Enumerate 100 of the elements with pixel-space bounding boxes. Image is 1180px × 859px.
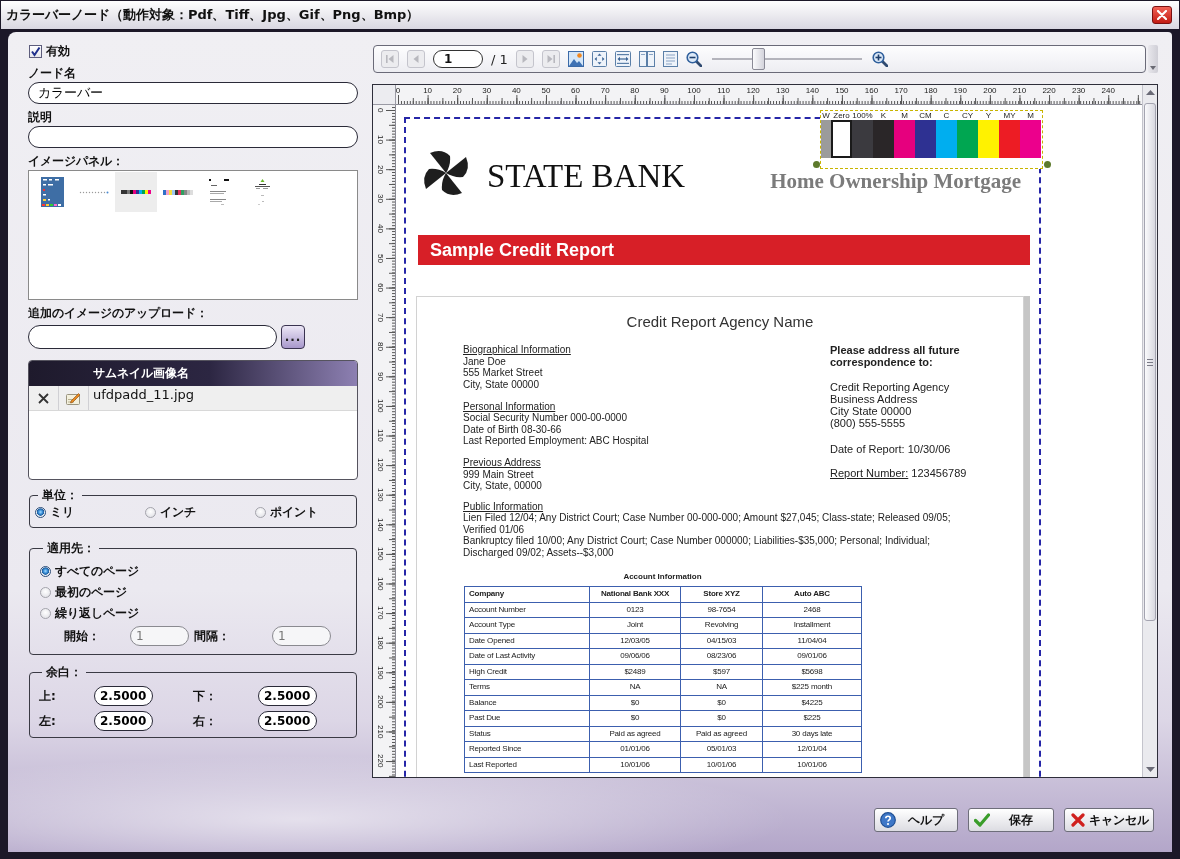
table-cell: Revolving	[681, 618, 763, 634]
ruler-number: 200	[983, 86, 997, 97]
picture-icon[interactable]	[567, 51, 584, 67]
ruler-number: 220	[1042, 86, 1056, 97]
patch-label: M	[901, 111, 908, 120]
radio-button[interactable]	[40, 565, 51, 577]
column-header: Store XYZ	[681, 587, 763, 603]
radio-label: すべてのページ	[55, 564, 139, 578]
radio-button[interactable]	[35, 506, 46, 518]
thumbnail-item[interactable]	[115, 172, 157, 212]
page-number-field[interactable]: 1	[433, 50, 483, 68]
zoom-out-icon[interactable]	[685, 51, 702, 67]
table-cell: 04/15/03	[681, 633, 763, 649]
address-line: Business Address	[830, 392, 918, 406]
page-thumbnail-icon	[40, 177, 64, 207]
ruler-number: 10	[423, 86, 433, 97]
radio-button[interactable]	[255, 506, 266, 518]
handle-icon[interactable]	[1044, 161, 1051, 168]
text-line: Social Security Number 000-00-0000	[463, 412, 627, 424]
radio-button[interactable]	[40, 586, 51, 598]
ruler-number: 60	[375, 283, 385, 292]
radio-label: 繰り返しページ	[55, 606, 139, 620]
table-cell: Account Number	[465, 602, 590, 618]
table-row[interactable]: ufdpadd_11.jpg	[29, 386, 357, 411]
single-page-icon[interactable]	[662, 51, 678, 67]
ruler-number: 190	[953, 86, 967, 97]
slider-thumb[interactable]	[751, 48, 765, 70]
browse-button[interactable]: ...	[281, 325, 305, 349]
radio-label: 最初のページ	[55, 585, 127, 599]
patch-label: C	[943, 111, 950, 120]
text-line: 999 Main Street	[463, 468, 534, 480]
help-button[interactable]: ヘルプ	[874, 808, 958, 832]
file-path-field[interactable]	[28, 325, 277, 349]
ruler-number: 180	[375, 636, 385, 650]
ruler-number: 40	[375, 223, 385, 233]
group-label: 余白：	[45, 665, 83, 679]
handle-icon[interactable]	[813, 161, 820, 168]
ruler-number: 150	[835, 86, 849, 97]
close-button[interactable]	[1152, 6, 1172, 24]
ruler-number: 160	[864, 86, 879, 97]
ruler-number: 80	[630, 86, 640, 97]
table-cell: 2468	[763, 602, 862, 618]
color-bar[interactable]: W Zero 100% K M CM C CY Y MY M	[820, 110, 1043, 169]
fit-page-icon[interactable]	[591, 51, 607, 67]
ruler-number: 50	[375, 253, 385, 263]
ruler-number: 240	[1101, 86, 1115, 97]
field-label: 右：	[193, 714, 217, 728]
patch-label: K	[880, 111, 887, 120]
save-button[interactable]: 保存	[968, 808, 1054, 832]
scroll-down-icon[interactable]	[1145, 767, 1155, 772]
radio-button[interactable]	[40, 607, 51, 619]
zoom-in-icon[interactable]	[871, 51, 888, 67]
table-cell: Last Reported	[465, 757, 590, 773]
table-cell: 11/04/04	[763, 633, 862, 649]
scroll-up-icon[interactable]	[1145, 90, 1155, 95]
checkbox[interactable]	[29, 44, 42, 58]
margin-field[interactable]: 2.5000	[94, 711, 153, 731]
scrollbar-thumb[interactable]	[1144, 103, 1156, 621]
radio-button[interactable]	[145, 506, 156, 518]
field-label: 開始：	[64, 629, 100, 643]
two-page-icon[interactable]	[638, 51, 655, 67]
banner-title: Sample Credit Report	[430, 239, 615, 261]
paragraph: Bankruptcy filed 10/00; Any District Court; Case Number 000000; Liabilities-$35,000; Personal; Individual; Discharged 09/02; Assets--$3,000	[463, 535, 931, 558]
table-cell: Date of Last Activity	[465, 649, 590, 665]
help-icon	[880, 812, 896, 828]
field-label: 上:	[39, 689, 56, 703]
toolbar-overflow-button[interactable]	[1148, 45, 1158, 73]
address-line: (800) 555-5555	[830, 417, 906, 430]
address-line: Credit Reporting Agency	[830, 380, 950, 393]
ruler-number: 40	[511, 86, 521, 97]
node-name-field[interactable]: カラーバー	[28, 82, 358, 104]
table-cell: $4225	[763, 695, 862, 711]
fit-width-icon[interactable]	[614, 51, 631, 67]
table-cell: Balance	[465, 695, 590, 711]
margin-field[interactable]: 2.5000	[94, 686, 153, 706]
margin-field[interactable]: 2.5000	[258, 711, 317, 731]
vertical-scrollbar[interactable]	[1142, 85, 1157, 777]
ruler-number: 220	[375, 754, 385, 768]
cancel-button[interactable]: キャンセル	[1064, 808, 1154, 832]
document-thumbnail-icon	[209, 179, 231, 205]
table-cell: Joint	[590, 618, 681, 634]
ruler-number: 190	[375, 665, 385, 679]
bank-name: STATE BANK	[487, 160, 686, 193]
ruler-number: 30	[482, 86, 492, 97]
description-field[interactable]	[28, 126, 358, 148]
table-cell: $0	[681, 711, 763, 727]
table-cell: 08/23/06	[681, 649, 763, 665]
table-cell: $0	[590, 695, 681, 711]
text-line: City, State, 00000	[463, 480, 542, 492]
table-cell: 30 days late	[763, 726, 862, 742]
table-cell: High Credit	[465, 664, 590, 680]
patch-label: Y	[985, 111, 992, 120]
margin-field[interactable]: 2.5000	[258, 686, 317, 706]
ruler-number: 180	[924, 86, 938, 97]
field-label: 説明	[28, 110, 52, 124]
ruler-number: 140	[805, 86, 819, 97]
page-count: / 1	[491, 51, 508, 67]
dotted-line-thumbnail-icon	[79, 190, 109, 194]
radio-label: インチ	[160, 505, 196, 519]
address-heading: Please address all future correspondence to:	[830, 344, 961, 369]
